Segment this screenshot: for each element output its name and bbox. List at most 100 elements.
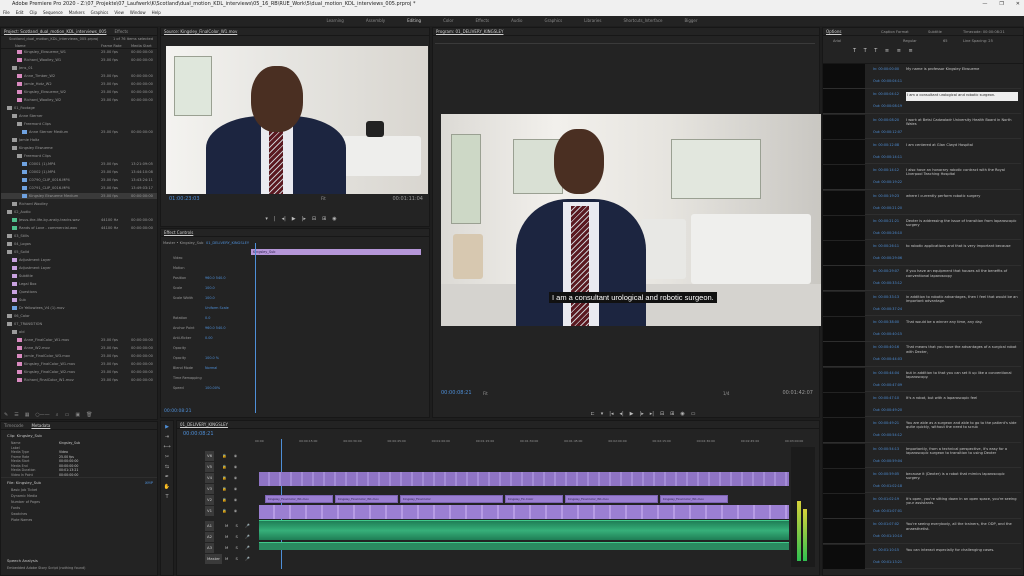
razor-icon[interactable]: ✂ <box>164 454 171 461</box>
track-label[interactable]: V2 <box>205 495 215 505</box>
project-item[interactable]: Dr Yellowlees_V4 (1).mov <box>1 305 157 311</box>
font-dropdown[interactable]: Arial <box>833 39 841 43</box>
caption-item[interactable]: In: 00:00:00:00 Out: 00:00:04:11 My name i… <box>823 64 1021 89</box>
effect-value[interactable]: 100.0 <box>205 285 215 291</box>
project-item[interactable]: Richard_FinalColor_W1.mov 25.00 fps 00:00:… <box>1 377 157 383</box>
step-forward-icon[interactable]: |▸ <box>640 411 644 417</box>
caption-text[interactable]: It's a robot, but with a laparoscopic fe… <box>906 396 1018 400</box>
project-item[interactable]: C0790_CLIP_0016.MP4 25.00 fps 13:43:24:11 <box>1 177 157 183</box>
new-bin-icon[interactable]: ▭ <box>65 412 70 418</box>
project-item[interactable]: Richard Woolley <box>1 201 157 207</box>
tab-metadata[interactable]: Metadata <box>31 422 50 429</box>
track-toggle-icons[interactable]: 🔒 ◉ <box>222 473 240 483</box>
caption-text[interactable]: That means that you have the advantages … <box>906 345 1018 353</box>
workspace-tab[interactable]: Libraries <box>584 16 601 26</box>
hand-icon[interactable]: ✋ <box>164 484 171 491</box>
effect-value[interactable]: Uniform Scale <box>205 305 229 311</box>
effect-value[interactable]: 100.0 <box>205 295 215 301</box>
video-track-header[interactable]: V6 🔒 ◉ <box>177 451 257 461</box>
project-item[interactable]: 03_Stills <box>1 233 157 239</box>
effect-value[interactable]: 0.0 <box>205 315 210 321</box>
audio-track-header[interactable]: Master M S 🎤 <box>177 554 257 564</box>
source-fit[interactable]: Fit <box>321 196 326 201</box>
mute-solo-icons[interactable]: M S 🎤 <box>225 532 253 542</box>
effect-value[interactable]: Normal <box>205 365 217 371</box>
project-item[interactable]: 05_Solid <box>1 249 157 255</box>
caption-in[interactable]: In: 00:00:47:10 <box>873 396 899 400</box>
project-item[interactable]: Questions <box>1 289 157 295</box>
audio-track-header[interactable]: A3 M S 🎤 <box>177 543 257 553</box>
a2-audio-clip[interactable] <box>259 542 789 550</box>
format-buttons[interactable]: T T T ≡ ≡ ≡ <box>853 48 916 54</box>
caption-text[interactable]: but in addition to that you can set it u… <box>906 371 1018 379</box>
effect-value[interactable]: 100.0 % <box>205 355 219 361</box>
effect-value[interactable]: 0.00 <box>205 335 213 341</box>
project-item[interactable]: 06_Color <box>1 313 157 319</box>
go-to-out-icon[interactable]: ▸| <box>650 411 654 417</box>
project-item[interactable]: Freemont Clips <box>1 153 157 159</box>
caption-text[interactable]: It's open, you're sitting down in an ope… <box>906 497 1018 505</box>
caption-in[interactable]: In: 00:00:44:04 <box>873 371 899 375</box>
project-item[interactable]: Anne Sterner <box>1 113 157 119</box>
workspace-tab[interactable]: Assembly <box>366 16 385 26</box>
caption-out[interactable]: Out: 00:00:40:15 <box>873 332 902 336</box>
caption-out[interactable]: Out: 00:00:54:12 <box>873 433 902 437</box>
caption-out[interactable]: Out: 00:01:07:01 <box>873 509 902 513</box>
project-item[interactable]: Richard_Woolley_W2 25.00 fps 00:00:00:00 <box>1 97 157 103</box>
timeline-timecode[interactable]: 00:00:08:21 <box>183 431 214 437</box>
line-spacing[interactable]: Line Spacing: 25 <box>963 39 993 43</box>
menu-edit[interactable]: Edit <box>16 9 24 16</box>
maximize-icon[interactable]: ❐ <box>999 0 1003 9</box>
pencil-icon[interactable]: ✎ <box>4 412 8 418</box>
workspace-tab[interactable]: Shortcuts_Interface <box>623 16 662 26</box>
workspace-tab[interactable]: Graphics <box>545 16 563 26</box>
caption-item[interactable]: In: 00:00:14:12 Out: 00:00:19:22 I also ha… <box>823 165 1021 190</box>
caption-text[interactable]: Dexter is addressing the issue of transi… <box>906 219 1018 227</box>
caption-item[interactable]: In: 00:00:19:23 Out: 00:00:21:20 where I c… <box>823 190 1021 215</box>
caption-in[interactable]: In: 00:00:12:08 <box>873 143 899 147</box>
project-item[interactable]: Legal Box <box>1 281 157 287</box>
audio-track-header[interactable]: A2 M S 🎤 <box>177 532 257 542</box>
caption-text[interactable]: I also have an honorary robotic contract… <box>906 168 1018 176</box>
minimize-icon[interactable]: — <box>982 0 987 9</box>
caption-out[interactable]: Out: 00:01:10:14 <box>873 534 902 538</box>
insert-icon[interactable]: ⊟ <box>312 216 316 222</box>
project-item[interactable]: 01_Footage <box>1 105 157 111</box>
effects-master[interactable]: Master • Kingsley_Sub <box>163 241 203 245</box>
workspace-tab[interactable]: Bigger <box>684 16 697 26</box>
project-item[interactable]: Anne_Timber_W2 25.00 fps 00:00:00:00 <box>1 73 157 79</box>
zoom-slider[interactable]: ○—— <box>35 412 49 418</box>
effect-row[interactable]: Opacity 100.0 % <box>161 355 249 361</box>
effect-row[interactable]: Scale 100.0 <box>161 285 249 291</box>
program-timecode-in[interactable]: 00:00:08:21 <box>441 390 472 396</box>
project-item[interactable]: Kingsley_FinalColor_W2.mov 25.00 fps 00:00… <box>1 369 157 375</box>
caption-item[interactable]: In: 00:00:47:10 Out: 00:00:49:20 It's a ro… <box>823 392 1021 418</box>
project-item[interactable]: Anne Sterner Medium 25.00 fps 00:00:00:00 <box>1 129 157 135</box>
effect-row[interactable]: Anchor Point 960.0 540.0 <box>161 325 249 331</box>
caption-item[interactable]: In: 00:00:12:08 Out: 00:00:14:11 I am cent… <box>823 139 1021 165</box>
caption-in[interactable]: In: 00:00:08:20 <box>873 118 899 122</box>
project-item[interactable]: Jens_01 <box>1 65 157 71</box>
effect-row[interactable]: Rotation 0.0 <box>161 315 249 321</box>
effect-row[interactable]: Anti-flicker 0.00 <box>161 335 249 341</box>
caption-out[interactable]: Out: 00:00:14:11 <box>873 155 902 159</box>
caption-out[interactable]: Out: 00:00:37:24 <box>873 307 902 311</box>
v3-clip[interactable]: Kingsley_Fin.Color <box>505 495 563 503</box>
program-title[interactable]: Program: 01_DELIVERY_KINGSLEY <box>436 28 503 35</box>
caption-item[interactable]: In: 00:00:49:21 Out: 00:00:54:12 You are a… <box>823 418 1021 443</box>
caption-in[interactable]: In: 00:00:26:11 <box>873 244 899 248</box>
caption-out[interactable]: Out: 00:00:26:10 <box>873 231 902 235</box>
tab-effects[interactable]: Effects <box>115 28 129 35</box>
project-item[interactable]: Kingsley Ekwueme Medium 25.00 fps 00:00:00… <box>1 193 157 199</box>
tab-project[interactable]: Project: Scotland_dual_motion_KDL_interv… <box>4 28 107 35</box>
icon-view-icon[interactable]: ▦ <box>25 412 30 418</box>
caption-in[interactable]: In: 00:01:10:15 <box>873 548 899 552</box>
caption-text[interactable]: I work at Betsi Cadwaladr University Hea… <box>906 118 1018 126</box>
caption-out[interactable]: Out: 00:00:59:04 <box>873 459 902 463</box>
track-label[interactable]: A3 <box>205 543 215 553</box>
caption-out[interactable]: Out: 00:00:47:09 <box>873 383 902 387</box>
step-back-icon[interactable]: ◂| <box>282 216 286 222</box>
caption-text[interactable]: I am a consultant urological and robotic… <box>906 92 1018 102</box>
ripple-edit-icon[interactable]: ⟷ <box>164 444 171 451</box>
lift-icon[interactable]: ⊏ <box>591 411 595 417</box>
